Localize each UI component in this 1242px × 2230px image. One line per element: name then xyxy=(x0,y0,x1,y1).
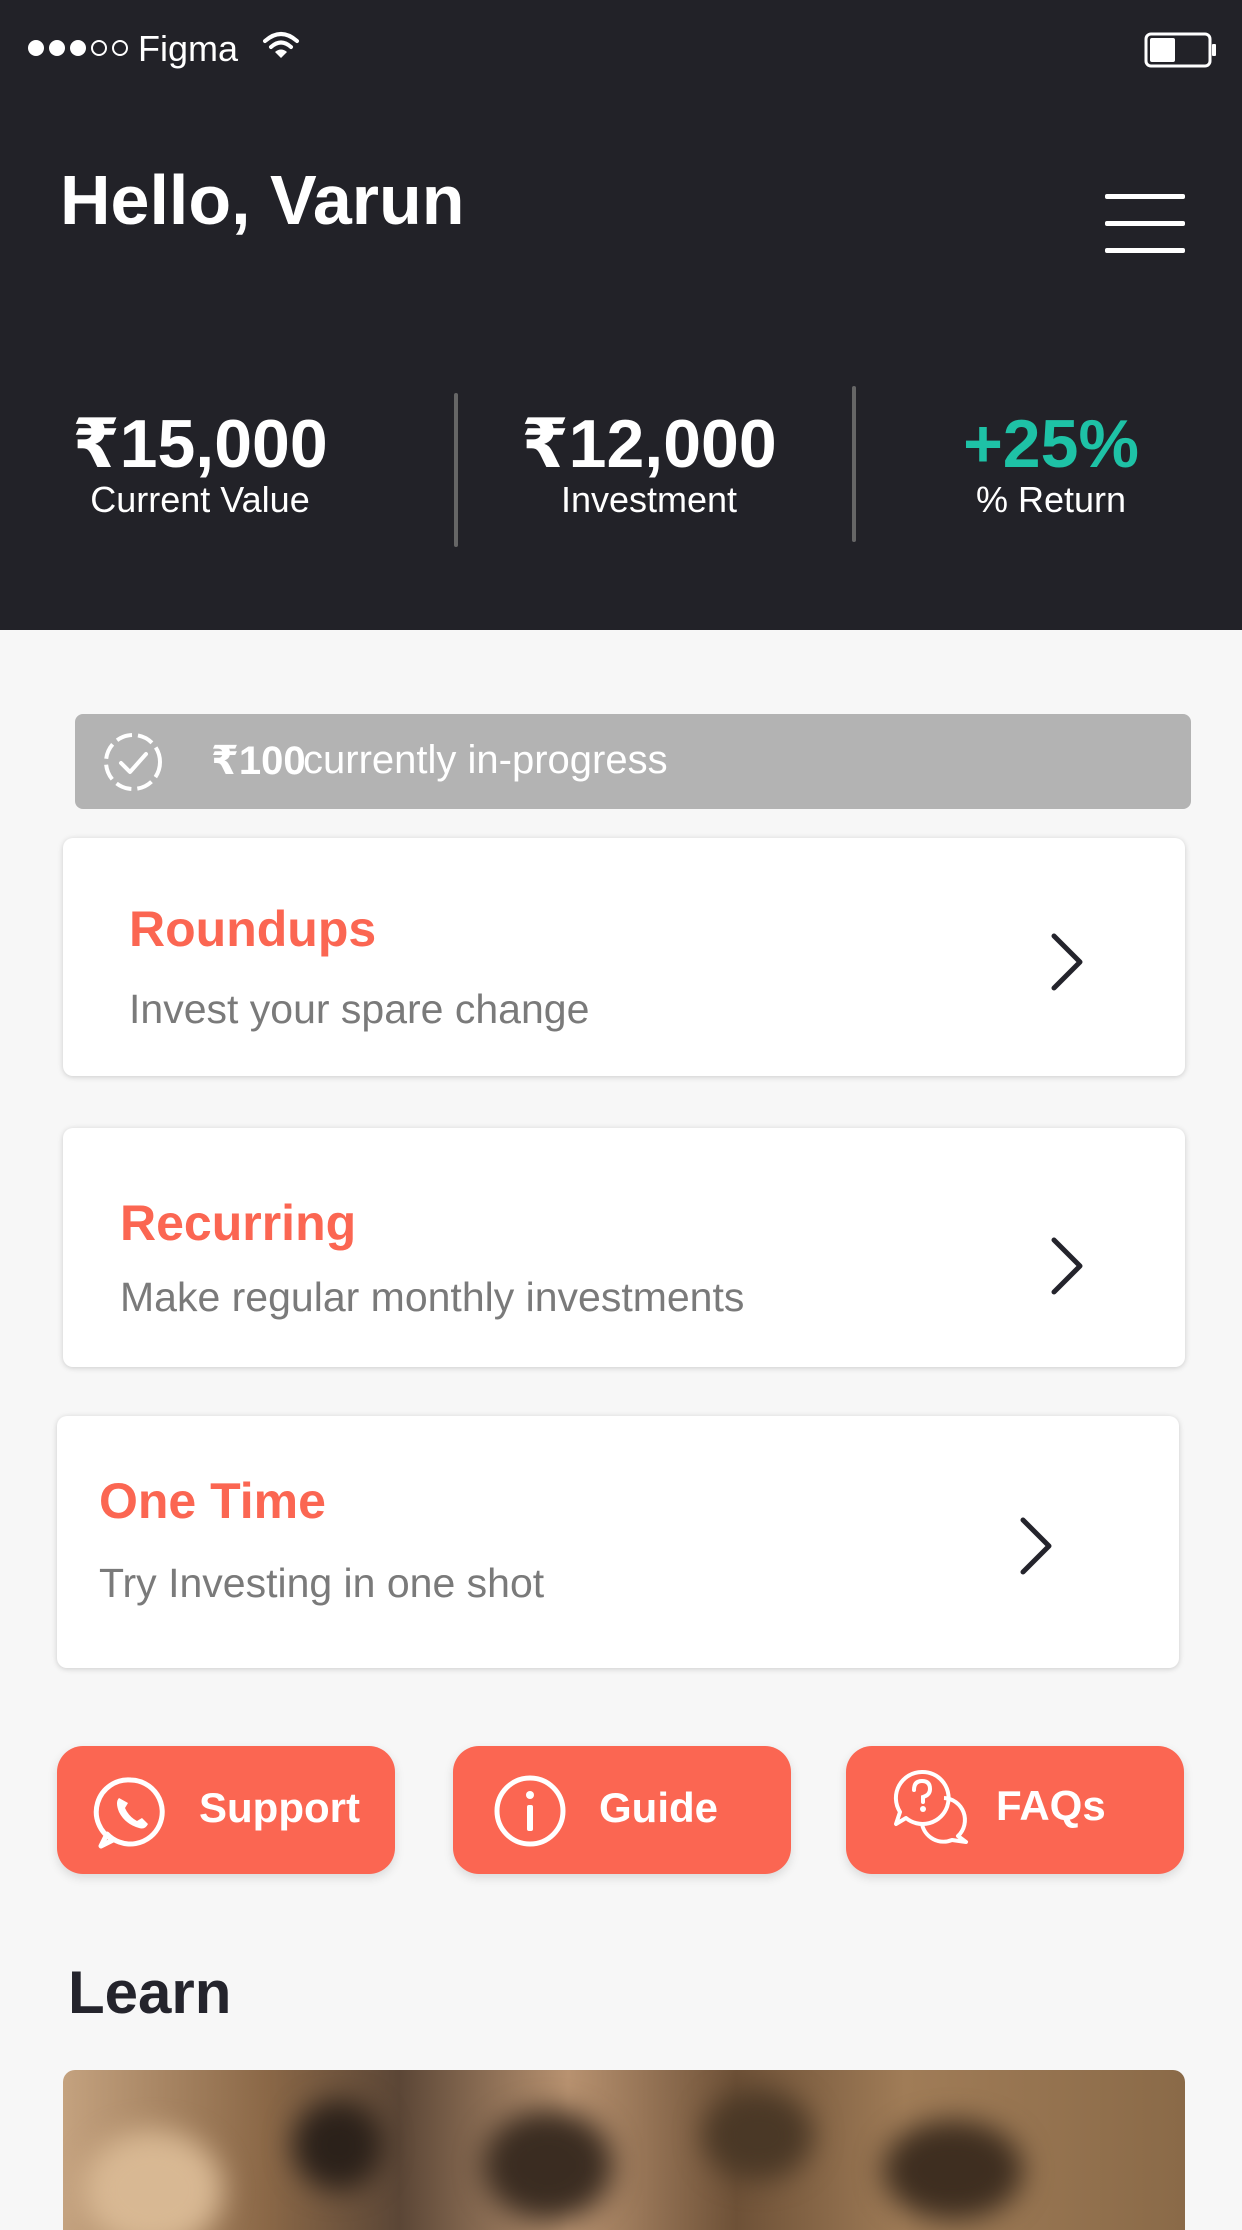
progress-text: currently in-progress xyxy=(303,738,668,782)
progress-amount: ₹100 xyxy=(211,739,306,783)
whatsapp-icon xyxy=(93,1774,169,1855)
greeting-title: Hello, Varun xyxy=(60,161,465,239)
guide-button[interactable]: Guide xyxy=(453,1746,791,1874)
signal-dot xyxy=(49,40,65,56)
image-blob xyxy=(83,2130,223,2230)
faq-chat-icon xyxy=(892,1768,970,1851)
card-subtitle: Invest your spare change xyxy=(129,986,590,1032)
image-blob xyxy=(293,2100,383,2190)
guide-label: Guide xyxy=(599,1784,719,1831)
image-blob xyxy=(883,2120,1023,2220)
card-subtitle: Try Investing in one shot xyxy=(99,1560,545,1606)
signal-dot xyxy=(70,40,86,56)
image-blob xyxy=(703,2090,813,2180)
card-title: One Time xyxy=(99,1473,326,1529)
card-title: Roundups xyxy=(129,901,377,957)
stat-value: +25% xyxy=(963,406,1139,482)
wifi-icon xyxy=(262,30,300,67)
card-recurring[interactable]: Recurring Make regular monthly investmen… xyxy=(63,1128,1185,1367)
signal-dot xyxy=(91,40,107,56)
in-progress-banner[interactable]: ₹100 currently in-progress xyxy=(75,714,1191,809)
signal-strength-icon xyxy=(28,40,128,56)
status-bar: Figma xyxy=(0,0,1242,100)
battery-icon xyxy=(1144,32,1218,73)
image-blob xyxy=(483,2110,613,2220)
card-title: Recurring xyxy=(120,1195,357,1251)
chevron-right-icon xyxy=(1017,1516,1055,1581)
stat-label: Current Value xyxy=(90,479,310,520)
header: Figma Hello, Varun ₹15,000 Current Value… xyxy=(0,0,1242,630)
carrier-name: Figma xyxy=(138,28,239,69)
chevron-right-icon xyxy=(1048,1236,1086,1301)
chevron-right-icon xyxy=(1048,932,1086,997)
stat-return: +25% % Return xyxy=(931,404,1171,522)
stat-divider xyxy=(852,386,856,542)
support-label: Support xyxy=(199,1784,360,1831)
stat-current-value: ₹15,000 Current Value xyxy=(60,404,340,522)
support-button[interactable]: Support xyxy=(57,1746,395,1874)
learn-article-image[interactable] xyxy=(63,2070,1185,2230)
signal-dot xyxy=(112,40,128,56)
stat-value: ₹12,000 xyxy=(521,406,777,482)
stat-investment: ₹12,000 Investment xyxy=(509,404,789,522)
card-one-time[interactable]: One Time Try Investing in one shot xyxy=(57,1416,1179,1668)
stat-divider xyxy=(454,393,458,547)
stat-label: % Return xyxy=(975,479,1127,520)
stat-value: ₹15,000 xyxy=(72,406,328,482)
stat-label: Investment xyxy=(560,479,738,520)
faqs-button[interactable]: FAQs xyxy=(846,1746,1184,1874)
card-subtitle: Make regular monthly investments xyxy=(120,1274,745,1320)
faqs-label: FAQs xyxy=(996,1782,1106,1829)
learn-section-title: Learn xyxy=(68,1959,232,2026)
info-icon xyxy=(493,1774,567,1853)
card-roundups[interactable]: Roundups Invest your spare change xyxy=(63,838,1185,1076)
progress-check-icon xyxy=(101,730,165,799)
signal-dot xyxy=(28,40,44,56)
hamburger-menu-icon[interactable] xyxy=(1105,192,1185,256)
